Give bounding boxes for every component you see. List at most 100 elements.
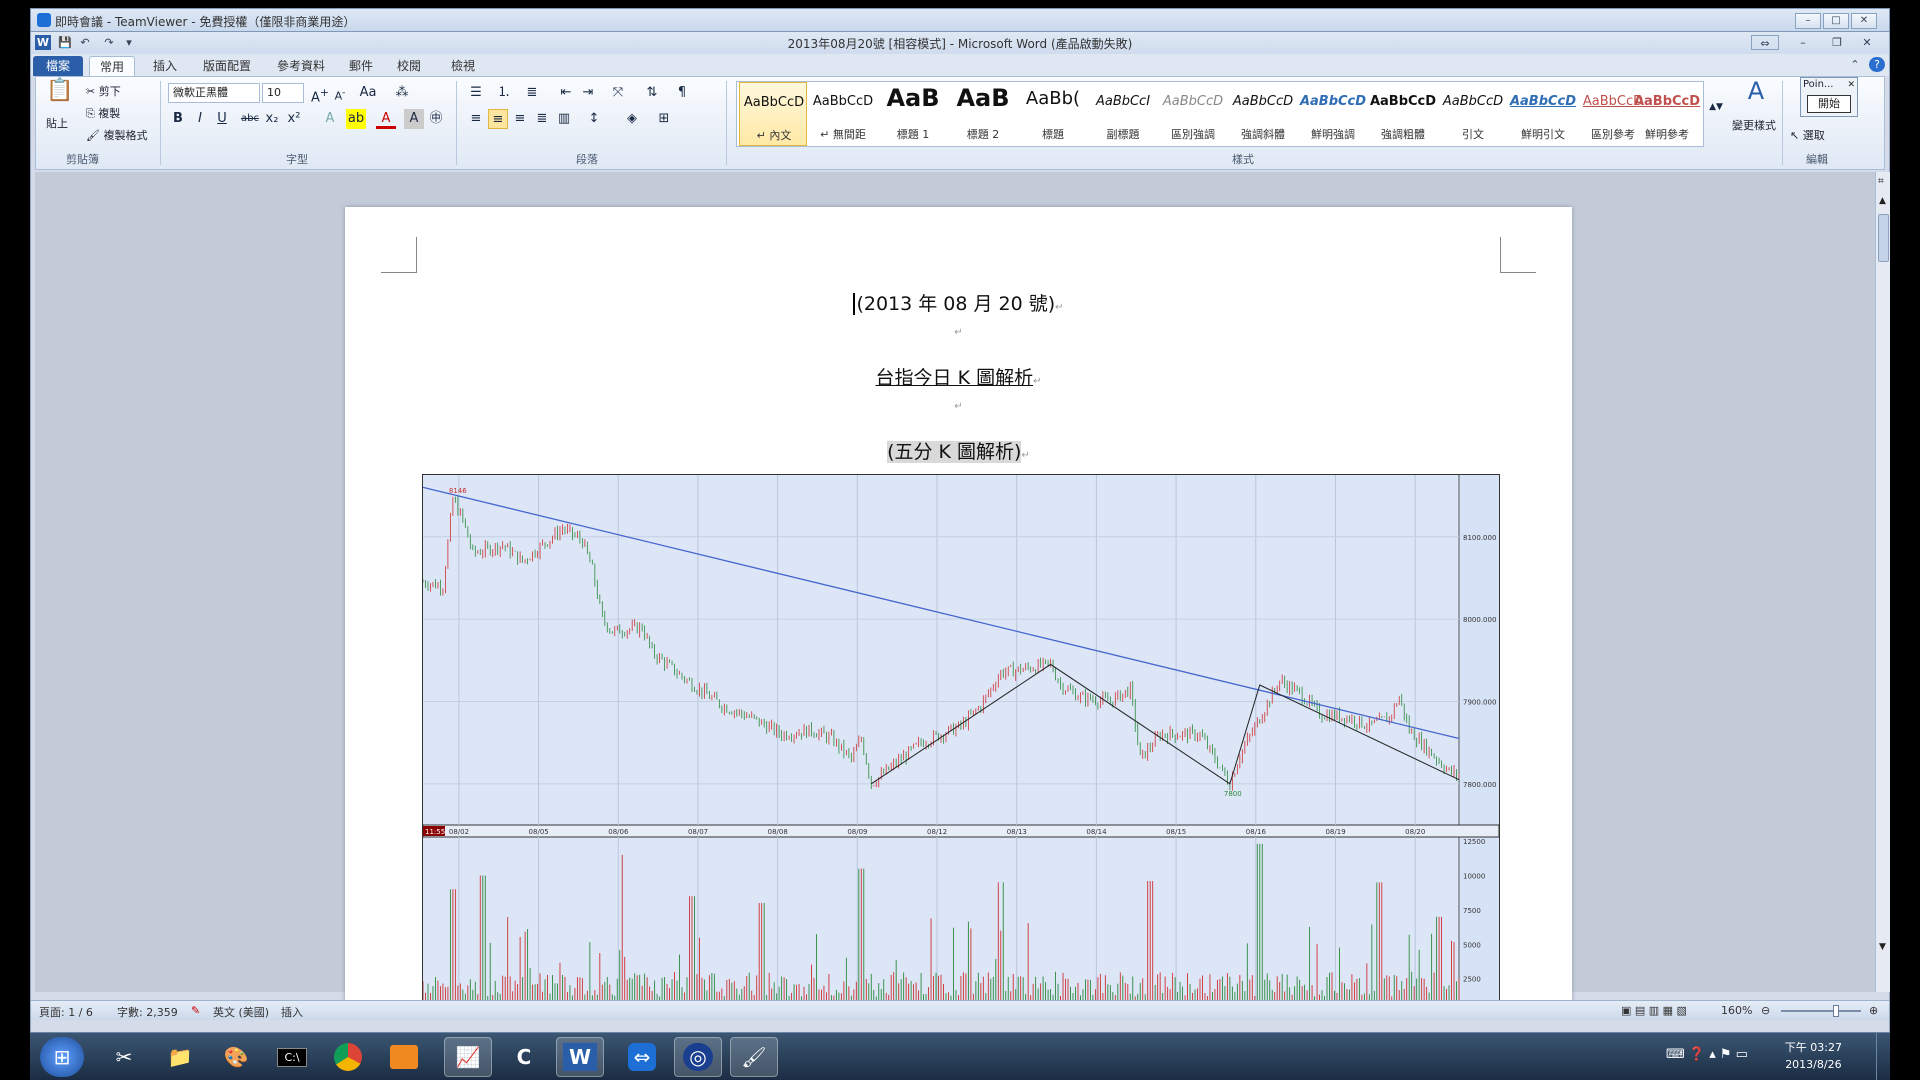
style-no-spacing[interactable]: AaBbCcD ↵ 無間距 [809, 82, 877, 146]
tv-minimize-button[interactable]: – [1795, 13, 1821, 29]
language-indicator[interactable]: 英文 (美國) [213, 1004, 269, 1020]
tv-close-button[interactable]: ✕ [1851, 13, 1877, 29]
grow-font-icon[interactable]: A+ [310, 83, 330, 105]
start-button[interactable]: ⊞ [40, 1037, 84, 1077]
phonetic-icon[interactable]: ⁂ [392, 83, 412, 103]
word-count[interactable]: 字數: 2,359 [117, 1004, 178, 1020]
highlight-icon[interactable]: ab [346, 109, 366, 129]
taskbar-concord-icon[interactable]: ◎ [674, 1037, 722, 1077]
scroll-up-icon[interactable]: ▲ [1879, 196, 1886, 206]
taskbar-app-icon[interactable] [380, 1037, 428, 1077]
paste-icon[interactable]: 📋 [44, 80, 76, 111]
help-icon[interactable]: ? [1869, 57, 1885, 72]
zoom-in-icon[interactable]: ⊕ [1869, 1004, 1878, 1017]
shading-icon[interactable]: ◈ [622, 109, 642, 129]
tab-references[interactable]: 參考資料 [267, 56, 335, 76]
scroll-down-icon[interactable]: ▼ [1879, 942, 1886, 952]
insert-mode[interactable]: 插入 [281, 1004, 303, 1020]
minimize-ribbon-icon[interactable]: ⌃ [1847, 57, 1863, 72]
zoom-out-icon[interactable]: ⊖ [1761, 1004, 1770, 1017]
zoom-slider[interactable] [1781, 1010, 1861, 1012]
sort-icon[interactable]: ⇅ [642, 83, 662, 103]
tray-icons[interactable]: ⌨ ❓ ▴ ⚑ ▭ [1666, 1047, 1748, 1062]
decrease-indent-icon[interactable]: ⇤ [556, 83, 576, 103]
kline-chart-image[interactable]: 08/02 08/05 08/06 08/07 08/08 08/09 08/12 08/13… [422, 474, 1500, 1014]
font-name-combo[interactable]: 微軟正黑體 [168, 83, 260, 103]
taskbar-paint-icon[interactable]: 🎨 [212, 1037, 260, 1077]
show-marks-icon[interactable]: ¶ [672, 83, 692, 103]
char-shading-icon[interactable]: A [404, 109, 424, 129]
justify-icon[interactable]: ≣ [532, 109, 552, 129]
style-strong[interactable]: AaBbCcD 強調粗體 [1369, 82, 1437, 146]
taskbar-word-icon[interactable]: W [556, 1037, 604, 1077]
font-color-icon[interactable]: A [376, 109, 396, 129]
shrink-font-icon[interactable]: A- [330, 83, 350, 103]
tab-view[interactable]: 檢視 [441, 56, 485, 76]
tab-insert[interactable]: 插入 [143, 56, 187, 76]
distributed-icon[interactable]: ▥ [554, 109, 574, 129]
doc-heading-line[interactable]: 台指今日 K 圖解析↵ [345, 363, 1572, 390]
popup-close-icon[interactable]: ✕ [1847, 80, 1855, 90]
multilevel-list-icon[interactable]: ≣ [522, 83, 542, 103]
tab-page-layout[interactable]: 版面配置 [193, 56, 261, 76]
teamviewer-titlebar[interactable]: 即時會議 - TeamViewer - 免費授權（僅限非商業用途） – □ ✕ [30, 8, 1890, 32]
change-case-icon[interactable]: Aa [358, 83, 378, 103]
cut-button[interactable]: ✂ 剪下 [86, 83, 121, 99]
scroll-thumb[interactable] [1878, 214, 1889, 262]
show-desktop-button[interactable] [1876, 1033, 1890, 1080]
format-painter-button[interactable]: 🖌 複製格式 [86, 127, 147, 143]
styles-scroll-icon[interactable]: ▲▼ [1706, 97, 1726, 117]
style-subtle-emphasis[interactable]: AaBbCcD 區別強調 [1159, 82, 1227, 146]
vertical-scrollbar[interactable]: ⌗ ▲ ▼ [1875, 172, 1890, 992]
numbering-icon[interactable]: ⒈ [494, 83, 514, 103]
style-subtitle[interactable]: AaBbCcI 副標題 [1089, 82, 1157, 146]
document-page[interactable]: (2013 年 08 月 20 號)↵ ↵ 台指今日 K 圖解析↵ ↵ (五分 … [345, 207, 1572, 1014]
underline-icon[interactable]: U [212, 109, 232, 129]
taskbar-c-app-icon[interactable]: C [500, 1037, 548, 1077]
tab-home[interactable]: 常用 [89, 56, 136, 76]
strikethrough-icon[interactable]: abc [240, 109, 260, 129]
align-center-icon[interactable]: ≡ [488, 109, 508, 129]
taskbar-chrome-icon[interactable] [324, 1037, 372, 1077]
taskbar-explorer-icon[interactable]: 📁 [156, 1037, 204, 1077]
taskbar-snipping-icon[interactable]: ✂ [100, 1037, 148, 1077]
ruler-toggle-icon[interactable]: ⌗ [1878, 176, 1884, 187]
style-emphasis[interactable]: AaBbCcD 強調斜體 [1229, 82, 1297, 146]
style-quote[interactable]: AaBbCcD 引文 [1439, 82, 1507, 146]
text-effects-icon[interactable]: A [320, 109, 340, 129]
doc-subheading-line[interactable]: (五分 K 圖解析)↵ [345, 437, 1572, 464]
style-intense-reference[interactable]: AaBbCcD 鮮明參考 [1633, 82, 1703, 146]
word-titlebar[interactable]: W 💾 ↶ ↷ ▾ 2013年08月20號 [相容模式] - Microsoft… [31, 32, 1889, 54]
font-size-combo[interactable]: 10 [262, 83, 304, 103]
taskbar-paint-app-icon[interactable]: 🖌 [730, 1037, 778, 1077]
enclose-char-icon[interactable]: ㊥ [426, 109, 446, 129]
taskbar-chart-app-icon[interactable]: 📈 [444, 1037, 492, 1077]
doc-date-line[interactable]: (2013 年 08 月 20 號)↵ [345, 289, 1572, 316]
taskbar-clock[interactable]: 下午 03:27 2013/8/26 [1785, 1039, 1842, 1073]
subscript-icon[interactable]: x₂ [262, 109, 282, 129]
zoom-slider-thumb[interactable] [1833, 1005, 1839, 1017]
select-button[interactable]: ↖ 選取 [1790, 127, 1825, 143]
teamviewer-panel-icon[interactable]: ⇔ [1751, 35, 1779, 50]
taskbar-cmd-icon[interactable]: C:\ [268, 1037, 316, 1077]
tab-review[interactable]: 校閱 [387, 56, 431, 76]
view-buttons-icon[interactable]: ▣ ▤ ▥ ▦ ▧ [1621, 1004, 1687, 1017]
tv-maximize-button[interactable]: □ [1823, 13, 1849, 29]
change-styles-button[interactable]: 變更樣式 [1732, 117, 1776, 133]
bold-icon[interactable]: B [168, 109, 188, 129]
zoom-level[interactable]: 160% [1721, 1004, 1752, 1017]
proofing-icon[interactable]: ✎ [191, 1004, 200, 1017]
bullets-icon[interactable]: ☰ [466, 83, 486, 103]
increase-indent-icon[interactable]: ⇥ [578, 83, 598, 103]
style-title[interactable]: AaBb(標題 [1019, 82, 1087, 146]
change-styles-icon[interactable]: A [1740, 79, 1772, 111]
style-normal[interactable]: AaBbCcD ↵ 內文 [739, 82, 807, 146]
page-count[interactable]: 頁面: 1 / 6 [39, 1004, 93, 1020]
style-intense-emphasis[interactable]: AaBbCcD 鮮明強調 [1299, 82, 1367, 146]
style-intense-quote[interactable]: AaBbCcD 鮮明引文 [1509, 82, 1577, 146]
align-left-icon[interactable]: ≡ [466, 109, 486, 129]
align-right-icon[interactable]: ≡ [510, 109, 530, 129]
italic-icon[interactable]: I [190, 109, 210, 129]
taskbar-teamviewer-icon[interactable]: ⇔ [618, 1037, 666, 1077]
style-heading-1[interactable]: AaB 標題 1 [879, 82, 947, 146]
